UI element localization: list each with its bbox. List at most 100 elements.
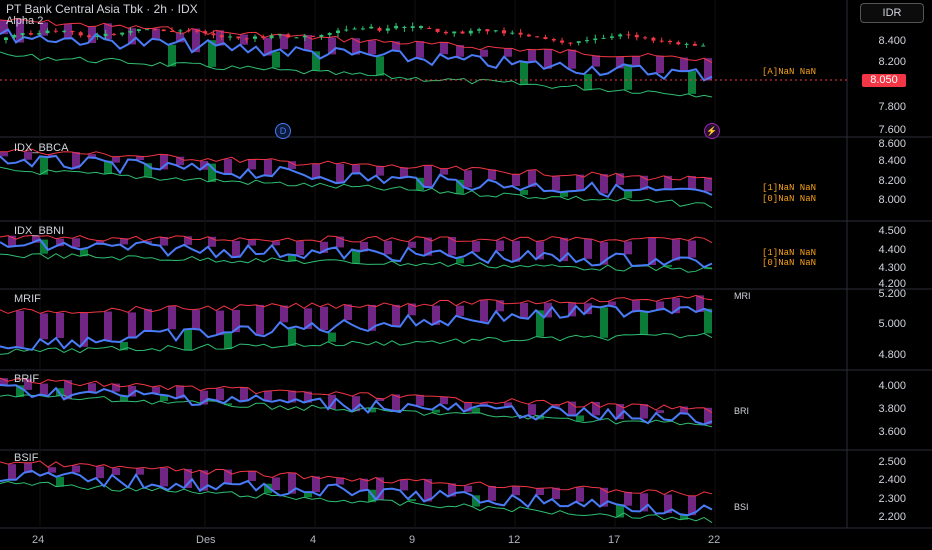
y-tick: 5.000 — [878, 318, 906, 330]
candle-body — [269, 35, 274, 39]
candle-body — [477, 29, 482, 31]
candle-body — [427, 28, 432, 29]
band-fill-bear — [368, 40, 376, 55]
band-fill-bear — [520, 302, 528, 318]
chart-canvas[interactable] — [0, 0, 932, 550]
y-tick: 7.600 — [878, 124, 906, 136]
bri-series-label: BRI — [734, 406, 750, 416]
x-tick: 17 — [608, 534, 621, 546]
y-tick: 8.200 — [878, 175, 906, 187]
band-fill-bear — [272, 241, 280, 246]
band-fill-bull — [408, 499, 416, 502]
candle-body — [28, 33, 33, 35]
y-tick: 8.200 — [878, 56, 906, 68]
candle-body — [78, 32, 83, 36]
last-price-badge: 8.050 — [862, 74, 906, 87]
candle-body — [510, 32, 515, 34]
candle-body — [45, 30, 50, 34]
candle-body — [211, 33, 216, 36]
bbca-legend-1: [1]NaN NaN — [762, 183, 817, 193]
band-fill-bull — [472, 407, 480, 414]
band-fill-bear — [504, 48, 512, 57]
candle-body — [394, 25, 399, 29]
candle-body — [402, 26, 407, 28]
x-tick: 22 — [708, 534, 721, 546]
band-fill-bull — [184, 329, 192, 350]
band-fill-bear — [440, 396, 448, 405]
band-fill-bear — [216, 388, 224, 401]
band-fill-bear — [600, 174, 608, 194]
band-fill-bull — [56, 476, 64, 487]
band-fill-bear — [416, 41, 424, 58]
band-fill-bear — [576, 487, 584, 502]
y-tick: 8.400 — [878, 155, 906, 167]
band-fill-bear — [592, 401, 600, 416]
candle-body — [203, 31, 208, 34]
band-fill-bull — [272, 51, 280, 68]
candle-body — [659, 40, 664, 42]
currency-button[interactable]: IDR — [860, 3, 924, 23]
band-fill-bear — [16, 310, 24, 347]
band-fill-bear — [472, 241, 480, 252]
band-fill-bull — [688, 71, 696, 94]
candle-body — [460, 31, 465, 34]
candle-body — [352, 28, 357, 30]
band-fill-bull — [520, 189, 528, 195]
candle-body — [327, 33, 332, 35]
band-fill-bear — [72, 238, 80, 248]
candle-body — [568, 42, 573, 44]
y-tick: 4.500 — [878, 225, 906, 237]
bsi-series-label: BSI — [734, 502, 749, 512]
pane-label-bbni: IDX_BBNI — [14, 225, 65, 237]
candle-body — [369, 26, 374, 29]
band-fill-bear — [232, 240, 240, 258]
band-fill-bull — [432, 409, 440, 413]
band-fill-bear — [704, 177, 712, 192]
band-fill-bear — [272, 477, 280, 491]
y-tick: 2.500 — [878, 456, 906, 468]
candle-body — [111, 33, 116, 35]
candle-body — [228, 36, 233, 38]
band-fill-bear — [144, 308, 152, 331]
split-marker-icon[interactable]: ⚡ — [704, 123, 720, 139]
band-fill-bear — [344, 304, 352, 321]
band-fill-bear — [88, 383, 96, 392]
candle-body — [518, 32, 523, 35]
band-fill-bear — [552, 176, 560, 191]
band-fill-bear — [168, 306, 176, 330]
y-tick: 4.300 — [878, 262, 906, 274]
y-tick: 5.200 — [878, 288, 906, 300]
band-fill-bear — [656, 410, 664, 414]
band-fill-bear — [568, 401, 576, 416]
indicator-name[interactable]: Alpha 2 — [6, 15, 43, 27]
band-fill-bear — [240, 387, 248, 402]
band-fill-bear — [464, 170, 472, 188]
band-fill-bear — [376, 165, 384, 176]
x-tick: 4 — [310, 534, 317, 546]
upper-band-line — [0, 234, 713, 244]
band-fill-bull — [600, 307, 608, 338]
y-tick: 2.400 — [878, 474, 906, 486]
candle-body — [244, 38, 249, 40]
band-fill-bear — [0, 151, 8, 157]
x-tick: Des — [196, 534, 216, 546]
band-fill-bear — [488, 169, 496, 180]
candle-body — [153, 29, 158, 31]
band-fill-bear — [40, 313, 48, 340]
band-fill-bull — [456, 258, 464, 264]
band-fill-bear — [224, 159, 232, 174]
candle-body — [344, 29, 349, 31]
candle-body — [12, 35, 17, 38]
candle-body — [452, 31, 457, 34]
band-fill-bear — [128, 312, 136, 338]
band-fill-bear — [528, 49, 536, 63]
band-fill-bear — [264, 391, 272, 401]
candle-body — [336, 30, 340, 34]
candle-body — [20, 33, 25, 36]
candle-body — [145, 29, 150, 31]
pane-label-mrif: MRIF — [14, 293, 41, 305]
dividend-marker-icon[interactable]: D — [275, 123, 291, 139]
candle-body — [302, 35, 307, 38]
band-fill-bear — [640, 404, 648, 419]
candle-body — [319, 34, 324, 37]
